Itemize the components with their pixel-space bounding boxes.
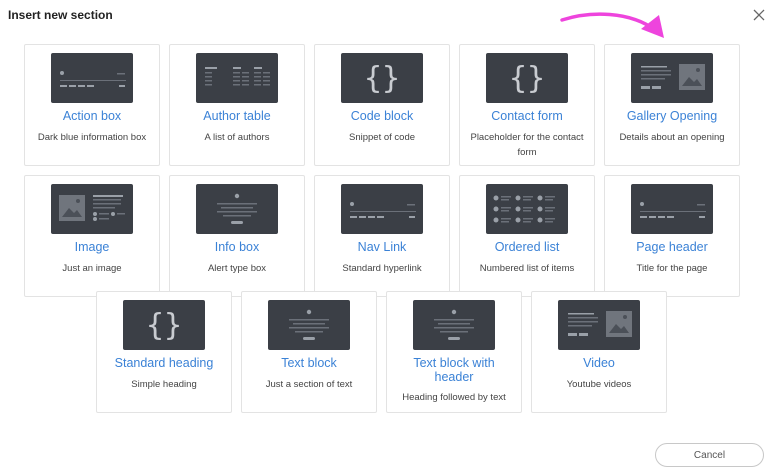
section-description: Snippet of code — [348, 132, 416, 143]
centered-text-thumbnail — [413, 300, 495, 350]
section-card-info-box[interactable]: Info box Alert type box — [169, 175, 305, 297]
section-card-text-block[interactable]: Text block Just a section of text — [241, 291, 377, 413]
ordered-list-thumbnail — [486, 184, 568, 234]
section-description: Placeholder for the contact form — [470, 132, 584, 158]
section-name: Standard heading — [114, 356, 214, 370]
section-card-video[interactable]: Video Youtube videos — [531, 291, 667, 413]
image-with-list-thumbnail — [51, 184, 133, 234]
section-name: Image — [74, 240, 110, 254]
section-name: Info box — [214, 240, 260, 254]
section-card-page-header[interactable]: Page header Title for the page — [604, 175, 740, 297]
section-card-contact-form[interactable]: {} Contact form Placeholder for the cont… — [459, 44, 595, 166]
section-description: Heading followed by text — [402, 392, 506, 403]
section-name: Ordered list — [494, 240, 560, 254]
section-description: Dark blue information box — [37, 132, 147, 143]
text-and-image-thumbnail — [558, 300, 640, 350]
svg-text:{}: {} — [146, 308, 182, 343]
section-description: Standard hyperlink — [342, 263, 422, 274]
section-name: Action box — [62, 109, 122, 123]
action-box-thumbnail — [631, 184, 713, 234]
action-box-thumbnail — [341, 184, 423, 234]
section-description: Just a section of text — [265, 379, 353, 390]
close-icon[interactable] — [751, 7, 767, 23]
section-name: Author table — [203, 109, 271, 123]
dialog-title: Insert new section — [8, 8, 113, 22]
section-description: Just an image — [62, 263, 122, 274]
section-card-gallery-opening[interactable]: Gallery Opening Details about an opening — [604, 44, 740, 166]
centered-text-thumbnail — [196, 184, 278, 234]
curly-braces-icon: {} — [486, 53, 568, 103]
svg-text:{}: {} — [364, 61, 400, 96]
text-and-image-thumbnail — [631, 53, 713, 103]
section-description: Title for the page — [636, 263, 708, 274]
section-name: Text block — [281, 356, 337, 370]
section-name: Gallery Opening — [626, 109, 718, 123]
section-description: Alert type box — [207, 263, 267, 274]
section-card-standard-heading[interactable]: {} Standard heading Simple heading — [96, 291, 232, 413]
section-card-ordered-list[interactable]: Ordered list Numbered list of items — [459, 175, 595, 297]
author-table-thumbnail — [196, 53, 278, 103]
section-name: Code block — [350, 109, 414, 123]
section-description: Simple heading — [131, 379, 197, 390]
section-description: A list of authors — [204, 132, 270, 143]
cancel-button[interactable]: Cancel — [655, 443, 764, 467]
section-description: Details about an opening — [619, 132, 725, 143]
section-name: Page header — [636, 240, 708, 254]
section-description: Youtube videos — [566, 379, 632, 390]
section-card-text-block-with-header[interactable]: Text block with header Heading followed … — [386, 291, 522, 413]
section-card-nav-link[interactable]: Nav Link Standard hyperlink — [314, 175, 450, 297]
section-card-action-box[interactable]: Action box Dark blue information box — [24, 44, 160, 166]
action-box-thumbnail — [51, 53, 133, 103]
curly-braces-icon: {} — [123, 300, 205, 350]
section-card-author-table[interactable]: Author table A list of authors — [169, 44, 305, 166]
centered-text-thumbnail — [268, 300, 350, 350]
section-name: Contact form — [491, 109, 563, 123]
section-card-code-block[interactable]: {} Code block Snippet of code — [314, 44, 450, 166]
section-card-image[interactable]: Image Just an image — [24, 175, 160, 297]
section-description: Numbered list of items — [479, 263, 575, 274]
curly-braces-icon: {} — [341, 53, 423, 103]
section-name: Video — [583, 356, 615, 370]
section-name: Text block with header — [413, 356, 495, 384]
section-name: Nav Link — [357, 240, 407, 254]
svg-text:{}: {} — [509, 61, 545, 96]
